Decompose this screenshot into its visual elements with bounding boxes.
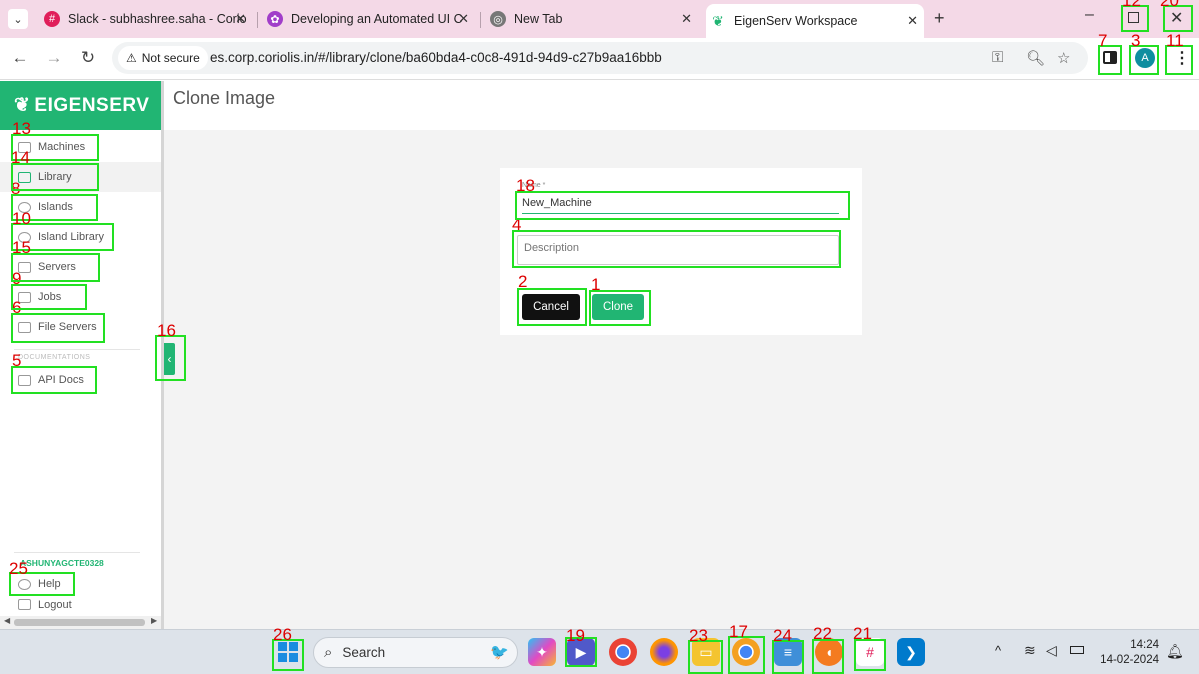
- forward-button[interactable]: →: [43, 48, 65, 68]
- leaf-icon: ❦: [710, 13, 726, 29]
- chevron-up-icon[interactable]: ^: [995, 643, 1001, 658]
- copilot-icon[interactable]: ✦: [528, 638, 556, 666]
- sidebar-item-logout[interactable]: Logout: [0, 599, 161, 613]
- marker-label: 17: [729, 622, 748, 641]
- marker-label: 2: [518, 272, 528, 291]
- highlight-box: [854, 639, 886, 671]
- tab-separator: [257, 12, 258, 28]
- address-bar[interactable]: ⚠ Not secure es.corp.coriolis.in/#/libra…: [112, 42, 1088, 74]
- back-button[interactable]: ←: [9, 48, 31, 68]
- highlight-box: [589, 290, 651, 326]
- highlight-box: [515, 191, 850, 220]
- tab-new-tab[interactable]: ◎ New Tab ✕: [486, 6, 698, 32]
- marker-label: 3: [1131, 31, 1141, 50]
- page-title: Clone Image: [173, 88, 276, 108]
- marker-label: 11: [1166, 31, 1184, 50]
- highlight-box: [688, 640, 723, 674]
- volume-icon[interactable]: ◁: [1046, 642, 1057, 659]
- close-tab-icon[interactable]: ✕: [681, 11, 692, 27]
- close-tab-icon[interactable]: ✕: [235, 11, 246, 27]
- marker-label: 14: [11, 148, 30, 167]
- chrome-icon: ◎: [490, 11, 506, 27]
- tab-separator: [480, 12, 481, 28]
- bookmark-star-icon[interactable]: ☆: [1057, 49, 1070, 67]
- tab-search-button[interactable]: ⌄: [8, 9, 28, 29]
- sidebar-horizontal-scrollbar[interactable]: ◀ ▶: [0, 616, 161, 629]
- marker-label: 22: [813, 624, 832, 643]
- logout-icon: [18, 599, 31, 610]
- highlight-box: [11, 284, 87, 310]
- marker-label: 20: [1160, 0, 1179, 10]
- highlight-box: [512, 230, 841, 268]
- marker-label: 7: [1098, 31, 1108, 50]
- marker-label: 21: [853, 624, 872, 643]
- taskbar: ⌕ Search 🐦 ✦ ▶ ▭ ≡ ◖ # ❯ ^ ≋ ◁ 14:24 14-…: [0, 629, 1199, 674]
- username-label: ASHUNYAGCTE0328: [20, 558, 104, 568]
- scroll-right-icon[interactable]: ▶: [151, 616, 157, 625]
- close-tab-icon[interactable]: ✕: [907, 13, 918, 29]
- minimize-button[interactable]: –: [1085, 6, 1094, 24]
- browser-tab-strip: ⌄ # Slack - subhashree.saha - Corio ✕ ✿ …: [0, 0, 1199, 38]
- taskbar-search[interactable]: ⌕ Search 🐦: [313, 637, 518, 668]
- chrome-icon[interactable]: [609, 638, 637, 666]
- battery-icon[interactable]: [1070, 646, 1084, 654]
- notification-bell-icon[interactable]: 🔔︎: [1166, 643, 1184, 660]
- highlight-box: [155, 335, 186, 381]
- reload-button[interactable]: ↻: [77, 48, 99, 68]
- close-tab-icon[interactable]: ✕: [458, 11, 469, 27]
- section-label-documentations: DOCUMENTATIONS: [18, 354, 91, 361]
- highlight-box: [11, 313, 105, 343]
- firefox-icon[interactable]: [650, 638, 678, 666]
- key-icon[interactable]: ⚿: [992, 49, 1003, 66]
- copilot-icon: ✿: [267, 11, 283, 27]
- tab-eigenserv[interactable]: ❦ EigenServ Workspace ✕: [706, 4, 924, 38]
- marker-label: 15: [12, 238, 31, 257]
- warning-icon: ⚠: [126, 51, 137, 65]
- zoom-icon[interactable]: 🔍︎: [1026, 49, 1045, 67]
- highlight-box: [812, 639, 844, 674]
- highlight-box: [11, 366, 97, 394]
- highlight-box: [11, 253, 100, 282]
- highlight-box: [728, 636, 765, 674]
- scroll-left-icon[interactable]: ◀: [4, 616, 10, 625]
- divider: [14, 349, 140, 350]
- search-icon: ⌕: [324, 644, 333, 661]
- slack-icon: #: [44, 11, 60, 27]
- divider: [14, 552, 140, 553]
- tab-slack[interactable]: # Slack - subhashree.saha - Corio ✕: [40, 6, 252, 32]
- url-text[interactable]: es.corp.coriolis.in/#/library/clone/ba60…: [210, 50, 662, 65]
- highlight-box: [772, 640, 804, 674]
- highlight-box: [517, 288, 587, 326]
- system-clock[interactable]: 14:24 14-02-2024: [1100, 638, 1159, 668]
- marker-label: 13: [12, 119, 31, 138]
- vscode-icon[interactable]: ❯: [897, 638, 925, 666]
- marker-label: 26: [273, 625, 292, 644]
- marker-label: 1: [591, 275, 601, 294]
- marker-label: 16: [157, 321, 176, 340]
- search-highlight-icon: 🐦: [490, 644, 509, 661]
- marker-label: 5: [12, 351, 22, 370]
- highlight-box: [11, 163, 99, 191]
- main-content: Clone Image Name * Cancel Clone: [164, 81, 1199, 629]
- marker-label: 18: [516, 176, 535, 195]
- marker-label: 19: [566, 626, 585, 645]
- marker-label: 10: [12, 209, 31, 228]
- wifi-icon[interactable]: ≋: [1024, 642, 1036, 659]
- leaf-icon: ❦: [14, 95, 31, 116]
- marker-label: 23: [689, 626, 708, 645]
- scroll-thumb[interactable]: [14, 619, 145, 626]
- not-secure-indicator[interactable]: ⚠ Not secure: [118, 46, 208, 70]
- marker-label: 12: [1122, 0, 1141, 10]
- new-tab-button[interactable]: +: [934, 8, 945, 29]
- marker-label: 25: [9, 559, 28, 578]
- page-header: Clone Image: [164, 81, 1199, 130]
- tab-developing[interactable]: ✿ Developing an Automated UI C ✕: [263, 6, 475, 32]
- marker-label: 24: [773, 626, 792, 645]
- browser-toolbar: ← → ↻ ⚠ Not secure es.corp.coriolis.in/#…: [0, 38, 1199, 80]
